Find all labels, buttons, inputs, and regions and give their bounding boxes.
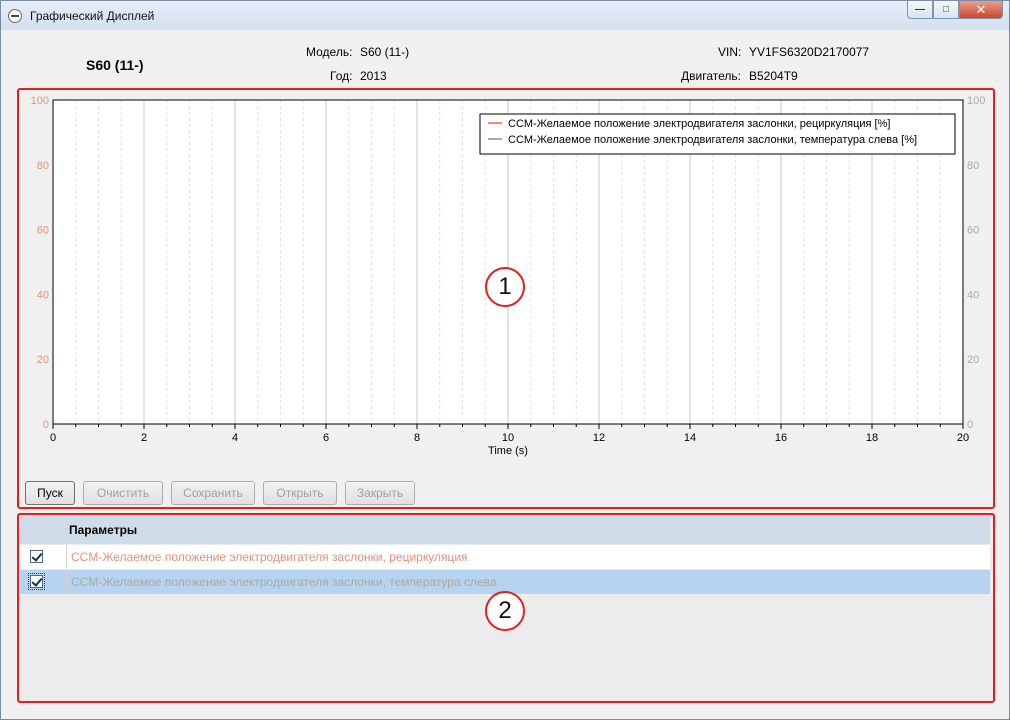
model-label: Модель: xyxy=(306,45,353,59)
app-window: Графический Дисплей — □ ✕ S60 (11-) Моде… xyxy=(0,0,1010,720)
annotation-marker-1: 1 xyxy=(485,267,525,307)
open-button[interactable]: Открыть xyxy=(263,481,337,505)
vehicle-info: S60 (11-) Модель: S60 (11-) Год: 2013 VI… xyxy=(8,30,1002,88)
x-tick-label: 4 xyxy=(232,432,238,444)
cell-divider xyxy=(66,570,67,594)
engine-value: B5204T9 xyxy=(749,69,798,83)
parameters-header-label: Параметры xyxy=(69,523,138,537)
x-tick-label: 16 xyxy=(775,432,787,444)
annotation-marker-2: 2 xyxy=(485,591,525,631)
x-tick-label: 6 xyxy=(323,432,329,444)
x-tick-label: 2 xyxy=(141,432,147,444)
x-axis-label: Time (s) xyxy=(488,445,528,457)
app-logo-icon xyxy=(8,9,22,23)
legend-entry: CCM-Желаемое положение электродвигателя … xyxy=(508,134,917,146)
x-tick-label: 18 xyxy=(866,432,878,444)
start-button[interactable]: Пуск xyxy=(25,481,75,505)
y-tick-label-left: 80 xyxy=(37,160,49,172)
y-tick-label-right: 60 xyxy=(967,225,979,237)
title-bar[interactable]: Графический Дисплей — □ ✕ xyxy=(1,1,1009,30)
maximize-button[interactable]: □ xyxy=(933,1,959,19)
y-tick-label-right: 40 xyxy=(967,289,979,301)
param-label: CCM-Желаемое положение электродвигателя … xyxy=(71,575,497,589)
save-button[interactable]: Сохранить xyxy=(171,481,255,505)
y-tick-label-left: 40 xyxy=(37,289,49,301)
client-area: S60 (11-) Модель: S60 (11-) Год: 2013 VI… xyxy=(8,30,1002,713)
x-tick-label: 14 xyxy=(684,432,696,444)
param-checkbox[interactable] xyxy=(30,550,43,563)
close-icon: ✕ xyxy=(975,1,987,17)
y-tick-label-right: 0 xyxy=(967,419,973,431)
vehicle-model-title: S60 (11-) xyxy=(86,57,144,73)
clear-button[interactable]: Очистить xyxy=(83,481,163,505)
window-controls: — □ ✕ xyxy=(907,1,1003,21)
y-tick-label-left: 20 xyxy=(37,354,49,366)
x-tick-label: 8 xyxy=(414,432,420,444)
model-value: S60 (11-) xyxy=(360,45,410,59)
engine-label: Двигатель: xyxy=(681,69,741,83)
y-tick-label-right: 80 xyxy=(967,160,979,172)
year-label: Год: xyxy=(330,69,353,83)
x-tick-label: 0 xyxy=(50,432,56,444)
cell-divider xyxy=(66,545,67,569)
x-tick-label: 10 xyxy=(502,432,514,444)
param-checkbox[interactable] xyxy=(28,573,45,590)
x-tick-label: 20 xyxy=(957,432,969,444)
param-row[interactable]: CCM-Желаемое положение электродвигателя … xyxy=(20,545,990,569)
y-tick-label-right: 20 xyxy=(967,354,979,366)
y-tick-label-left: 60 xyxy=(37,225,49,237)
legend-entry: CCM-Желаемое положение электродвигателя … xyxy=(508,118,890,130)
minimize-button[interactable]: — xyxy=(907,1,933,19)
year-value: 2013 xyxy=(360,69,387,83)
minimize-icon: — xyxy=(915,4,925,15)
maximize-icon: □ xyxy=(942,4,950,15)
x-tick-label: 12 xyxy=(593,432,605,444)
y-tick-label-left: 0 xyxy=(43,419,49,431)
close-button[interactable]: Закрыть xyxy=(345,481,415,505)
y-tick-label-right: 100 xyxy=(967,95,985,107)
vin-label: VIN: xyxy=(718,45,742,59)
parameters-header[interactable]: Параметры xyxy=(20,516,990,544)
close-window-button[interactable]: ✕ xyxy=(959,1,1003,19)
y-tick-label-left: 100 xyxy=(31,95,49,107)
window-title: Графический Дисплей xyxy=(30,9,155,23)
vin-value: YV1FS6320D2170077 xyxy=(749,45,870,59)
param-label: CCM-Желаемое положение электродвигателя … xyxy=(71,550,468,564)
